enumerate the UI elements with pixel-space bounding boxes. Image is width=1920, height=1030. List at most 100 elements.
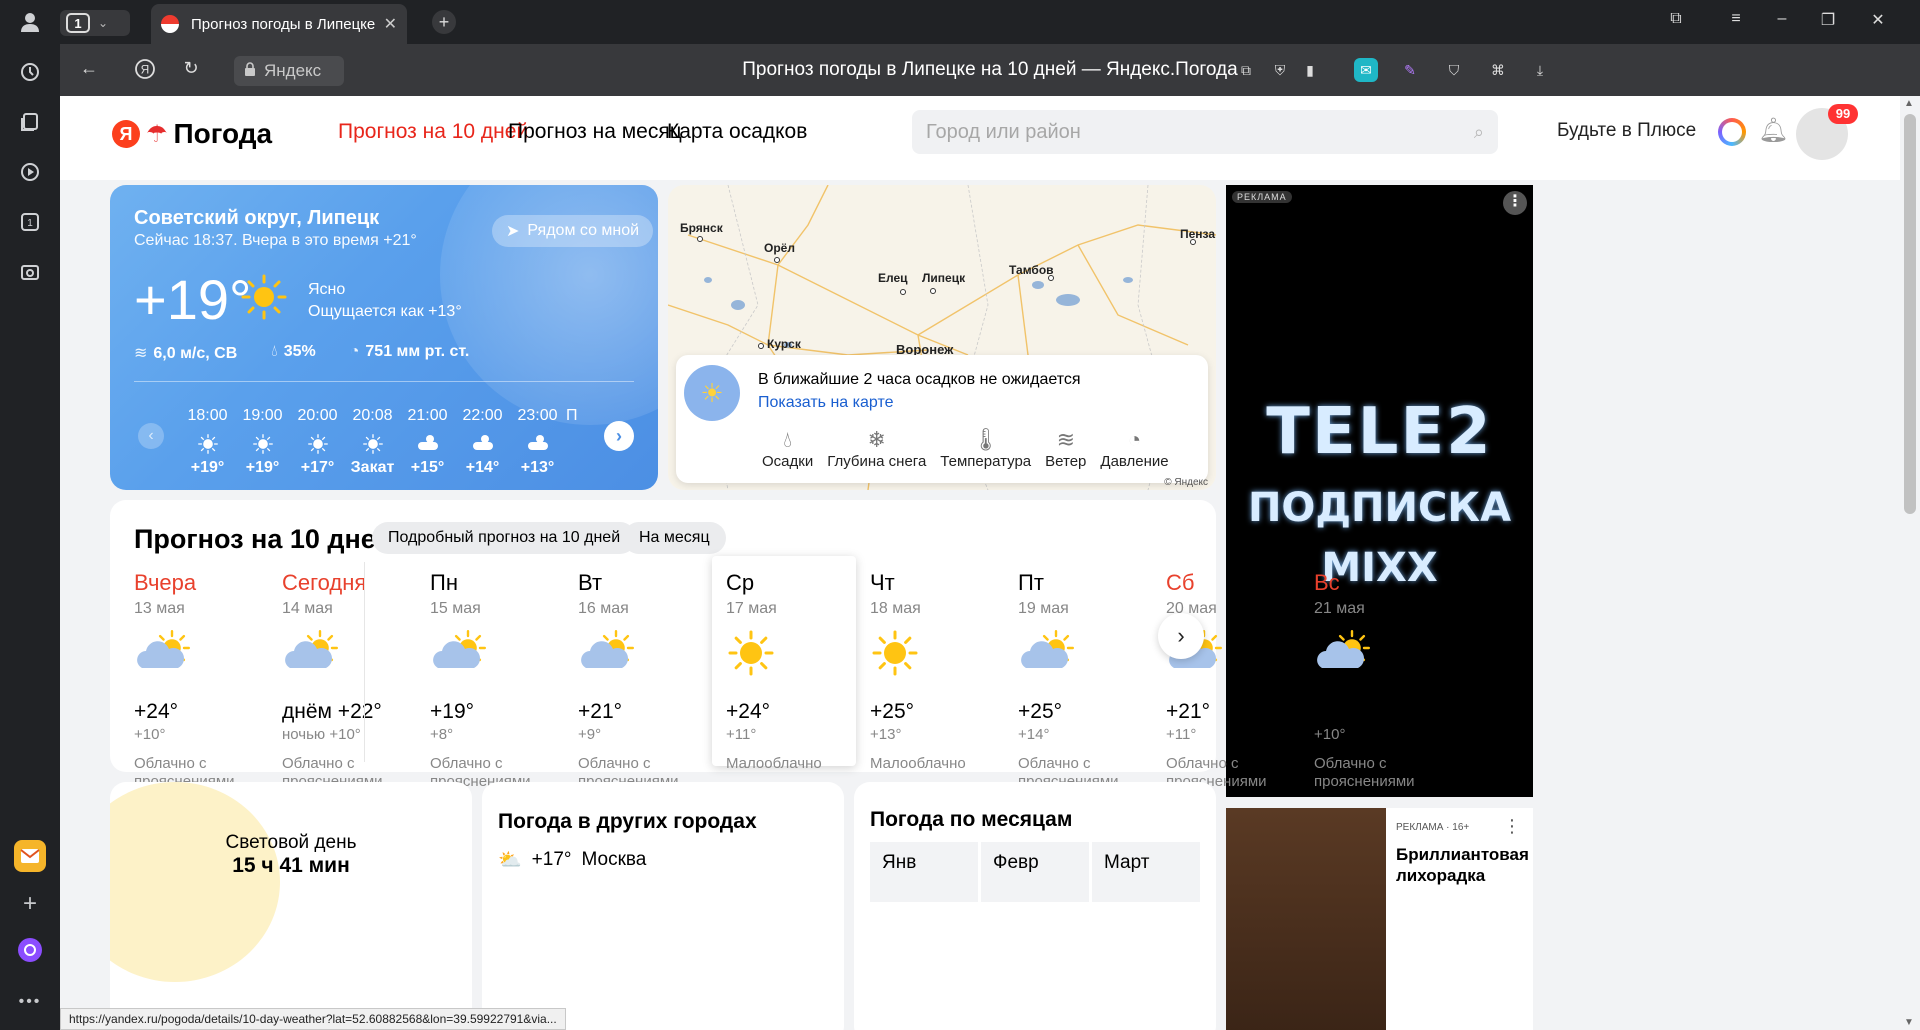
plus-promo-link[interactable]: Будьте в Плюсе [1557, 120, 1696, 142]
day-temp-min: +10° [1314, 726, 1346, 743]
day-temp-min: +10° [134, 726, 166, 743]
scroll-thumb[interactable] [1904, 114, 1916, 514]
forecast-next-button[interactable]: › [1158, 613, 1204, 659]
forecast-day[interactable]: Вс 21 мая +19° +10° Облачно с прояснениями [1300, 556, 1448, 790]
tabs-counter-icon[interactable]: 1 [14, 206, 46, 238]
forecast-day[interactable]: Сегодня 14 мая днём +22° ночью +10° Облачно … [268, 556, 416, 790]
download-icon[interactable]: ⤓ [1528, 58, 1552, 82]
forecast-day[interactable]: Вт16 мая+21°+9°Облачно с прояснениями [564, 556, 712, 790]
page-scrollbar[interactable]: ▲ ▼ [1900, 96, 1920, 1030]
alice-icon[interactable] [14, 934, 46, 966]
collections-icon[interactable] [14, 106, 46, 138]
precip-info-box: ☀ В ближайшие 2 часа осадков не ожидаетс… [676, 355, 1208, 483]
history-icon[interactable] [14, 56, 46, 88]
nav-precip-map[interactable]: Карта осадков [667, 120, 807, 144]
forecast-day[interactable]: Пн 15 мая +19° +8° Облачно с прояснениями [416, 556, 564, 790]
map-copyright: © Яндекс [1164, 477, 1208, 488]
cloud-sun-icon [1021, 629, 1074, 668]
tab-groups-button[interactable]: 1 ⌄ [60, 10, 130, 36]
hourly-prev-button[interactable]: ‹ [138, 423, 164, 449]
layer-snow[interactable]: ❄ Глубина снега [827, 427, 926, 470]
layer-precip[interactable]: 💧︎ Осадки [762, 427, 813, 470]
month-chip[interactable]: На месяц [623, 522, 726, 554]
bookmark-icon[interactable]: ▮ [1298, 58, 1322, 82]
weather-logo[interactable]: Я ☂ Погода [112, 118, 272, 150]
screenshot-icon[interactable] [14, 256, 46, 288]
more-icon[interactable]: ••• [14, 986, 46, 1018]
close-window-icon[interactable]: ✕ [1866, 10, 1890, 30]
cloud-sun-icon [433, 629, 486, 668]
map-city-label: Курск [767, 337, 801, 351]
active-tab[interactable]: Прогноз погоды в Липецке на 10 дней ✕ [151, 4, 407, 44]
nav-month[interactable]: Прогноз на месяц [508, 120, 682, 144]
daylight-illustration [110, 782, 280, 982]
day-name: Вт [578, 570, 603, 595]
hour-temp: +15° [410, 459, 445, 476]
nav-10-day[interactable]: Прогноз на 10 дней [338, 120, 528, 144]
bell-icon[interactable]: 🔔︎ [1758, 116, 1788, 145]
mail-icon[interactable] [14, 840, 46, 872]
hourly-next-button[interactable]: › [604, 421, 634, 451]
other-cities-title: Погода в других городах [498, 810, 757, 833]
protect-icon[interactable]: ⛨ [1268, 58, 1292, 82]
feather-extension-icon[interactable]: ✎ [1398, 58, 1422, 82]
detailed-forecast-chip[interactable]: Подробный прогноз на 10 дней [372, 522, 637, 554]
forecast-day[interactable]: Сб 20 мая +21° +11° Облачно с прояснениями [1152, 556, 1300, 790]
scroll-down-icon[interactable]: ▼ [1904, 1017, 1914, 1028]
forecast-day[interactable]: Вчера13 мая+24°+10°Облачно с прояснениям… [120, 556, 268, 790]
add-panel-icon[interactable]: + [14, 888, 46, 920]
current-weather-card: Советский округ, Липецк Сейчас 18:37. Вч… [110, 185, 658, 490]
layer-pressure[interactable]: ◔ Давление [1100, 427, 1168, 470]
plus-icon[interactable] [1718, 118, 1746, 146]
translate-icon[interactable]: ⧉ [1234, 58, 1258, 82]
month-cell[interactable]: Февр [981, 842, 1089, 902]
month-cell[interactable]: Янв [870, 842, 978, 902]
search-icon[interactable]: ⌕ [1474, 122, 1484, 143]
profile-icon[interactable] [14, 6, 46, 38]
forecast-day[interactable]: Чт 18 мая +25° +13° Малооблачно [856, 556, 1004, 772]
play-icon[interactable] [14, 156, 46, 188]
chevron-down-icon: ⌄ [98, 16, 109, 30]
day-name: Вчера [134, 570, 197, 595]
svg-text:1: 1 [27, 218, 33, 229]
bookmarks-panel-icon[interactable]: ⧉ [1664, 10, 1688, 28]
hour-item: 23:00 +13° [510, 407, 565, 477]
minimize-icon[interactable]: – [1770, 10, 1794, 28]
sun-icon [240, 273, 288, 321]
restore-icon[interactable]: ❐ [1816, 10, 1840, 30]
ad-menu-icon[interactable]: ⋮ [1503, 191, 1527, 215]
menu-icon[interactable]: ≡ [1724, 10, 1748, 28]
layer-temperature[interactable]: 🌡︎ Температура [940, 427, 1031, 470]
forecast-day[interactable]: Ср 17 мая +24° +11° Малооблачно [712, 556, 856, 772]
precip-map-card[interactable]: Брянск Орёл Елец Липецк Тамбов Пенза Кур… [668, 185, 1216, 490]
day-temp-max: +21° [578, 700, 623, 723]
month-cell[interactable]: Март [1092, 842, 1200, 902]
scroll-up-icon[interactable]: ▲ [1904, 98, 1914, 109]
search-input[interactable] [926, 120, 1474, 144]
map-city-label: Тамбов [1009, 263, 1054, 277]
day-name: Пн [430, 570, 458, 595]
map-marker [758, 343, 764, 349]
near-me-button[interactable]: ➤ Рядом со мной [492, 215, 654, 247]
day-date: 18 мая [870, 600, 921, 617]
city-row[interactable]: ⛅ +17° Москва [498, 848, 646, 872]
close-tab-icon[interactable]: ✕ [384, 14, 397, 34]
show-on-map-link[interactable]: Показать на карте [758, 394, 893, 412]
messenger-extension-icon[interactable]: ✉ [1354, 58, 1378, 82]
map-marker [900, 289, 906, 295]
page-title[interactable]: Прогноз погоды в Липецке на 10 дней — Ян… [60, 59, 1920, 81]
hour-temp: +19° [190, 459, 225, 476]
shield-extension-icon[interactable]: ⛉ [1442, 58, 1466, 82]
day-temp-min: +14° [1018, 726, 1050, 743]
cloud-sun-icon [581, 629, 634, 668]
promo-ad[interactable]: РЕКЛАМА · 16+ ⋮ Бриллиантовая лихорадка [1226, 808, 1533, 1030]
promo-ad-label: РЕКЛАМА · 16+ [1396, 822, 1470, 833]
address-bar: ← Я ↻ Яндекс Прогноз погоды в Липецке на… [60, 44, 1920, 96]
forecast-day[interactable]: Пт19 мая+25°+14°Облачно с прояснениями [1004, 556, 1152, 790]
location-title[interactable]: Советский округ, Липецк [134, 207, 379, 230]
months-card: Погода по месяцам Янв Февр Март [854, 782, 1216, 1030]
promo-menu-icon[interactable]: ⋮ [1503, 816, 1521, 837]
new-tab-button[interactable]: + [432, 10, 456, 34]
layer-wind[interactable]: ≋ Ветер [1045, 427, 1086, 470]
reader-extension-icon[interactable]: ⌘ [1486, 58, 1510, 82]
